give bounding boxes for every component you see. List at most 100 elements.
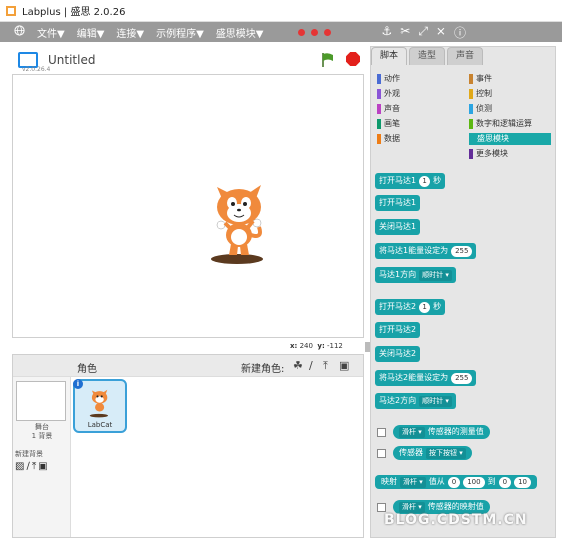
block-motor2-off[interactable]: 关闭马达2 — [375, 346, 421, 362]
expand-icon[interactable]: ⤢ — [418, 24, 428, 41]
block-dropdown[interactable]: 滑杆 ▾ — [399, 501, 425, 513]
reporter-map-value[interactable]: 映射 滑杆 ▾ 值从 0 100 到 0 10 — [375, 475, 537, 489]
category-data[interactable]: 数据 — [377, 133, 400, 145]
block-input[interactable]: 100 — [463, 476, 485, 488]
sprites-label: 角色 — [77, 364, 97, 375]
menu-labplus-modules[interactable]: 盛思模块▼ — [216, 25, 264, 40]
block-text: 到 — [487, 477, 496, 486]
block-text: 传感器 — [399, 448, 423, 457]
globe-icon[interactable] — [14, 25, 25, 39]
block-text: 关闭马达2 — [379, 349, 417, 358]
upload-backdrop-icon[interactable]: ⤒ — [32, 461, 36, 472]
reporter-checkbox[interactable] — [377, 428, 386, 437]
stop-icon[interactable] — [346, 52, 360, 66]
block-text: 打开马达1 — [379, 198, 417, 207]
help-icon[interactable]: ⓘ — [454, 24, 466, 41]
menu-edit[interactable]: 编辑▼ — [77, 25, 105, 40]
block-input[interactable]: 1 — [419, 175, 431, 187]
category-motion[interactable]: 动作 — [377, 73, 400, 85]
tab-scripts[interactable]: 脚本 — [371, 47, 407, 65]
block-motor2-on-secs[interactable]: 打开马达2 1 秒 — [375, 299, 446, 315]
block-input[interactable]: 0 — [447, 476, 461, 488]
block-categories: 动作 外观 声音 画笔 数据 事件 控制 侦测 数字和逻辑运算 盛思模块 更多模… — [375, 67, 553, 163]
category-events[interactable]: 事件 — [469, 73, 492, 85]
camera-backdrop-icon[interactable]: ▣ — [38, 461, 47, 472]
paint-sprite-icon[interactable]: ∕ — [309, 359, 313, 372]
block-motor1-power[interactable]: 将马达1能量设定为 255 — [375, 243, 477, 259]
block-dropdown[interactable]: 滑杆 ▾ — [399, 426, 425, 438]
category-looks[interactable]: 外观 — [377, 88, 400, 100]
category-control[interactable]: 控制 — [469, 88, 492, 100]
paint-backdrop-icon[interactable]: ∕ — [26, 461, 29, 472]
reporter-checkbox[interactable] — [377, 449, 386, 458]
tab-costumes[interactable]: 造型 — [409, 47, 445, 65]
block-text: 秒 — [433, 302, 442, 311]
category-pen[interactable]: 画笔 — [377, 118, 400, 130]
editor-tabs: 脚本 造型 声音 — [371, 47, 557, 67]
category-labplus[interactable]: 盛思模块 — [469, 133, 551, 145]
y-value: -112 — [327, 342, 343, 350]
block-text: 秒 — [433, 176, 442, 185]
block-motor1-on-secs[interactable]: 打开马达1 1 秒 — [375, 173, 446, 189]
block-dropdown[interactable]: 按下按钮 ▾ — [426, 447, 466, 459]
shrink-icon[interactable]: ⨯ — [436, 24, 446, 41]
block-motor2-power[interactable]: 将马达2能量设定为 255 — [375, 370, 477, 386]
sprite-panel: 角色 新建角色: ☘ ∕ ⤒ ▣ 舞台 1 背景 新建背景 ▨ ∕ ⤒ ▣ i — [12, 354, 364, 538]
category-operators[interactable]: 数字和逻辑运算 — [469, 118, 532, 130]
menu-connect[interactable]: 连接▼ — [116, 25, 144, 40]
block-dropdown[interactable]: 顺时针 ▾ — [419, 395, 452, 407]
stage-selector[interactable]: 舞台 1 背景 新建背景 ▨ ∕ ⤒ ▣ — [13, 377, 71, 537]
stage-name: 舞台 — [35, 423, 49, 431]
stage-thumbnail[interactable] — [16, 381, 66, 421]
category-sensing[interactable]: 侦测 — [469, 103, 492, 115]
project-title[interactable]: Untitled — [48, 53, 95, 67]
block-text: 值从 — [428, 477, 445, 486]
dropdown-value: 顺时针 — [422, 396, 444, 405]
tab-sounds[interactable]: 声音 — [447, 47, 483, 65]
sprite-card-labcat[interactable]: i LabCat — [73, 379, 127, 433]
green-flag-icon[interactable] — [320, 52, 336, 68]
block-motor1-on[interactable]: 打开马达1 — [375, 195, 421, 211]
sprite-library-icon[interactable]: ☘ — [293, 359, 303, 372]
toolbar-icons: ⚓ ✂ ⤢ ⨯ ⓘ — [381, 24, 466, 41]
status-dot — [310, 28, 318, 36]
block-input[interactable]: 255 — [451, 245, 473, 257]
block-motor1-off[interactable]: 关闭马达1 — [375, 219, 421, 235]
watermark: BLOG.CDSTM.CN — [384, 512, 528, 528]
app-icon — [6, 5, 16, 16]
block-input[interactable]: 1 — [419, 301, 431, 313]
block-dropdown[interactable]: 滑杆 ▾ — [400, 476, 426, 488]
blocks-palette: 脚本 造型 声音 动作 外观 声音 画笔 数据 事件 控制 侦测 数字和逻辑运算… — [370, 46, 556, 538]
menu-file[interactable]: 文件▼ — [37, 25, 65, 40]
boolean-sensor-button[interactable]: 传感器 按下按钮 ▾ — [393, 446, 472, 460]
info-icon[interactable]: i — [73, 379, 83, 389]
block-motor1-direction[interactable]: 马达1方向 顺时针 ▾ — [375, 267, 456, 283]
backdrop-library-icon[interactable]: ▨ — [15, 461, 24, 472]
title-bar: Labplus | 盛思 2.0.26 — [0, 0, 562, 22]
reporter-checkbox[interactable] — [377, 503, 386, 512]
stamp-icon[interactable]: ⚓ — [381, 24, 392, 41]
menu-examples[interactable]: 示例程序▼ — [156, 25, 204, 40]
new-backdrop-icons: ▨ ∕ ⤒ ▣ — [15, 461, 48, 472]
block-text: 打开马达2 — [379, 302, 417, 311]
cut-icon[interactable]: ✂ — [400, 24, 410, 41]
stage-canvas[interactable] — [12, 74, 364, 338]
block-text: 打开马达2 — [379, 325, 417, 334]
reporter-slider-value[interactable]: 滑杆 ▾ 传感器的测量值 — [393, 425, 490, 439]
camera-sprite-icon[interactable]: ▣ — [339, 359, 349, 372]
category-sound[interactable]: 声音 — [377, 103, 400, 115]
block-dropdown[interactable]: 顺时针 ▾ — [419, 269, 452, 281]
category-more-blocks[interactable]: 更多模块 — [469, 148, 508, 160]
labcat-sprite[interactable] — [203, 175, 283, 265]
block-motor2-direction[interactable]: 马达2方向 顺时针 ▾ — [375, 393, 456, 409]
block-input[interactable]: 255 — [451, 372, 473, 384]
upload-sprite-icon[interactable]: ⤒ — [323, 359, 328, 373]
connection-status — [297, 28, 331, 36]
block-motor2-on[interactable]: 打开马达2 — [375, 322, 421, 338]
block-text: 将马达1能量设定为 — [379, 246, 449, 255]
block-input[interactable]: 10 — [514, 476, 531, 488]
version-label: v2.0.26.4 — [22, 66, 51, 73]
block-input[interactable]: 0 — [498, 476, 512, 488]
y-label: y: — [317, 342, 325, 350]
status-dot — [297, 28, 305, 36]
